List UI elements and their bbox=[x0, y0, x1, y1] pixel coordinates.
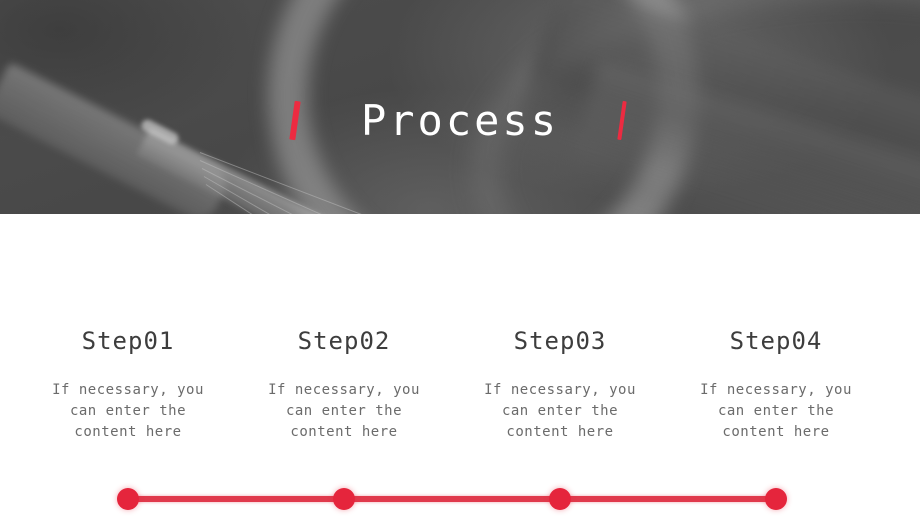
page-title: Process bbox=[360, 96, 559, 145]
step-item-4[interactable]: Step04 If necessary, you can enter the c… bbox=[668, 326, 884, 443]
step-title-2: Step02 bbox=[297, 327, 391, 355]
step-list: Step01 If necessary, you can enter the c… bbox=[0, 214, 920, 518]
step-title-3: Step03 bbox=[513, 327, 607, 355]
step-body-3: If necessary, you can enter the content … bbox=[484, 382, 636, 440]
header-banner: Process bbox=[0, 0, 920, 214]
step-body-1: If necessary, you can enter the content … bbox=[52, 382, 204, 440]
step-title-4: Step04 bbox=[729, 327, 823, 355]
step-item-3[interactable]: Step03 If necessary, you can enter the c… bbox=[452, 326, 668, 443]
process-timeline: Step01 If necessary, you can enter the c… bbox=[0, 214, 920, 518]
slide: Process Step01 If necessary, you can ent… bbox=[0, 0, 920, 518]
step-title-1: Step01 bbox=[81, 327, 175, 355]
step-item-2[interactable]: Step02 If necessary, you can enter the c… bbox=[236, 326, 452, 443]
step-body-4: If necessary, you can enter the content … bbox=[700, 382, 852, 440]
step-body-2: If necessary, you can enter the content … bbox=[268, 382, 420, 440]
step-item-1[interactable]: Step01 If necessary, you can enter the c… bbox=[20, 326, 236, 443]
